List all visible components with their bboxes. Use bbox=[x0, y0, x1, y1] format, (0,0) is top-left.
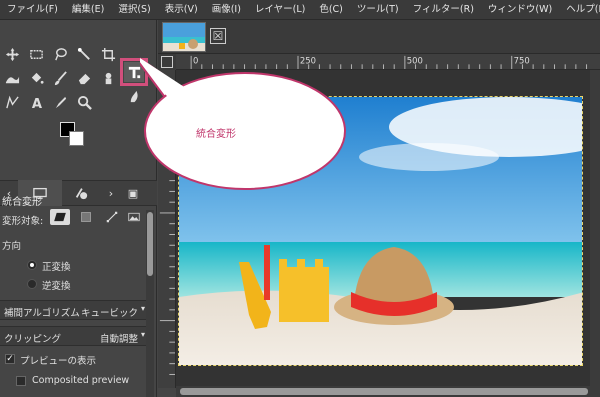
unified-transform-icon[interactable] bbox=[120, 58, 148, 86]
bucket-fill-icon[interactable] bbox=[26, 68, 46, 88]
svg-text:A: A bbox=[31, 97, 42, 110]
warp-icon[interactable] bbox=[2, 68, 22, 88]
clipping-value: 自動調整 bbox=[99, 334, 138, 345]
tab-tool-options[interactable] bbox=[62, 180, 100, 206]
dock-menu-icon[interactable]: ▣ bbox=[122, 180, 144, 206]
zoom-icon[interactable] bbox=[74, 92, 94, 112]
eraser-icon[interactable] bbox=[74, 68, 94, 88]
ruler-mark-750: 750 bbox=[514, 55, 530, 65]
clone-icon[interactable] bbox=[98, 68, 118, 88]
tool-options-icon bbox=[75, 188, 88, 200]
direction-label: 方向 bbox=[2, 241, 22, 252]
tool-options-title: 統合変形 bbox=[2, 197, 42, 208]
ruler-mark-500: 500 bbox=[407, 55, 423, 65]
ruler-mark-0: 0 bbox=[193, 55, 198, 65]
menu-tools[interactable]: ツール(T) bbox=[350, 0, 406, 20]
direction-forward-radio[interactable] bbox=[27, 260, 37, 270]
menu-windows[interactable]: ウィンドウ(W) bbox=[481, 0, 559, 20]
paintbrush-icon[interactable] bbox=[50, 68, 70, 88]
menu-select[interactable]: 選択(S) bbox=[111, 0, 157, 20]
interpolation-label: 補間アルゴリズム bbox=[4, 308, 80, 319]
composited-preview-checkbox[interactable] bbox=[16, 376, 26, 386]
direction-backward-label: 逆変換 bbox=[42, 281, 71, 292]
layer-icon bbox=[54, 212, 66, 222]
background-color[interactable] bbox=[69, 131, 84, 146]
preview-checkbox[interactable]: ✓ bbox=[5, 354, 15, 364]
lasso-icon[interactable] bbox=[50, 44, 70, 64]
interpolation-value: キュービック bbox=[80, 308, 138, 319]
menu-color[interactable]: 色(C) bbox=[312, 0, 350, 20]
interpolation-combo[interactable]: 補間アルゴリズム キュービック ▾ bbox=[0, 300, 146, 320]
clipping-label: クリッピング bbox=[4, 334, 62, 345]
menu-bar: ファイル(F) 編集(E) 選択(S) 表示(V) 画像(I) レイヤー(L) … bbox=[0, 0, 600, 20]
fuzzy-select-icon[interactable] bbox=[74, 44, 94, 64]
ruler-mark-250: 250 bbox=[300, 55, 316, 65]
preview-label: プレビューの表示 bbox=[20, 356, 97, 367]
fg-bg-colors[interactable] bbox=[60, 122, 90, 150]
transform-target-label: 変形対象: bbox=[2, 216, 44, 227]
callout-text: 統合変形 bbox=[196, 129, 236, 140]
horizontal-ruler: 0 250 500 750 bbox=[176, 54, 600, 70]
rect-select-icon[interactable] bbox=[26, 44, 46, 64]
menu-layer[interactable]: レイヤー(L) bbox=[248, 0, 312, 20]
selection-icon bbox=[81, 212, 91, 222]
text-icon[interactable]: A bbox=[26, 92, 46, 112]
menu-file[interactable]: ファイル(F) bbox=[0, 0, 65, 20]
image-tab-thumbnail[interactable] bbox=[162, 22, 206, 52]
canvas-vertical-scrollbar[interactable] bbox=[590, 70, 600, 386]
clipping-combo[interactable]: クリッピング 自動調整 ▾ bbox=[0, 326, 146, 346]
paths-icon[interactable] bbox=[2, 92, 22, 112]
close-icon[interactable]: ☒ bbox=[210, 28, 226, 44]
ruler-corner[interactable] bbox=[158, 54, 176, 70]
chevron-down-icon: ▾ bbox=[140, 330, 145, 339]
menu-image[interactable]: 画像(I) bbox=[205, 0, 248, 20]
image-tab-bar: ☒ bbox=[158, 20, 600, 54]
transform-selection-button[interactable] bbox=[76, 209, 96, 225]
menu-help[interactable]: ヘルプ(H) bbox=[559, 0, 600, 20]
chevron-down-icon: ▾ bbox=[140, 304, 145, 313]
menu-view[interactable]: 表示(V) bbox=[158, 0, 205, 20]
move-icon[interactable] bbox=[2, 44, 22, 64]
composited-preview-label: Composited preview bbox=[32, 375, 130, 386]
direction-forward-label: 正変換 bbox=[42, 262, 71, 273]
canvas-horizontal-scrollbar[interactable] bbox=[176, 386, 600, 397]
transform-layer-button[interactable] bbox=[50, 209, 70, 225]
smudge-icon[interactable] bbox=[124, 86, 144, 106]
chevron-right-icon[interactable]: › bbox=[100, 180, 122, 206]
menu-filters[interactable]: フィルター(R) bbox=[406, 0, 481, 20]
direction-backward-radio[interactable] bbox=[27, 279, 37, 289]
tool-options-scrollbar[interactable] bbox=[146, 210, 154, 397]
crop-icon[interactable] bbox=[98, 44, 118, 64]
image-icon bbox=[128, 212, 140, 222]
vertical-ruler bbox=[158, 70, 176, 388]
transform-path-button[interactable] bbox=[102, 209, 122, 225]
transform-image-button[interactable] bbox=[124, 209, 144, 225]
path-icon bbox=[106, 211, 118, 223]
image-thumbnail bbox=[163, 23, 205, 51]
menu-edit[interactable]: 編集(E) bbox=[65, 0, 111, 20]
color-picker-icon[interactable] bbox=[50, 92, 70, 112]
